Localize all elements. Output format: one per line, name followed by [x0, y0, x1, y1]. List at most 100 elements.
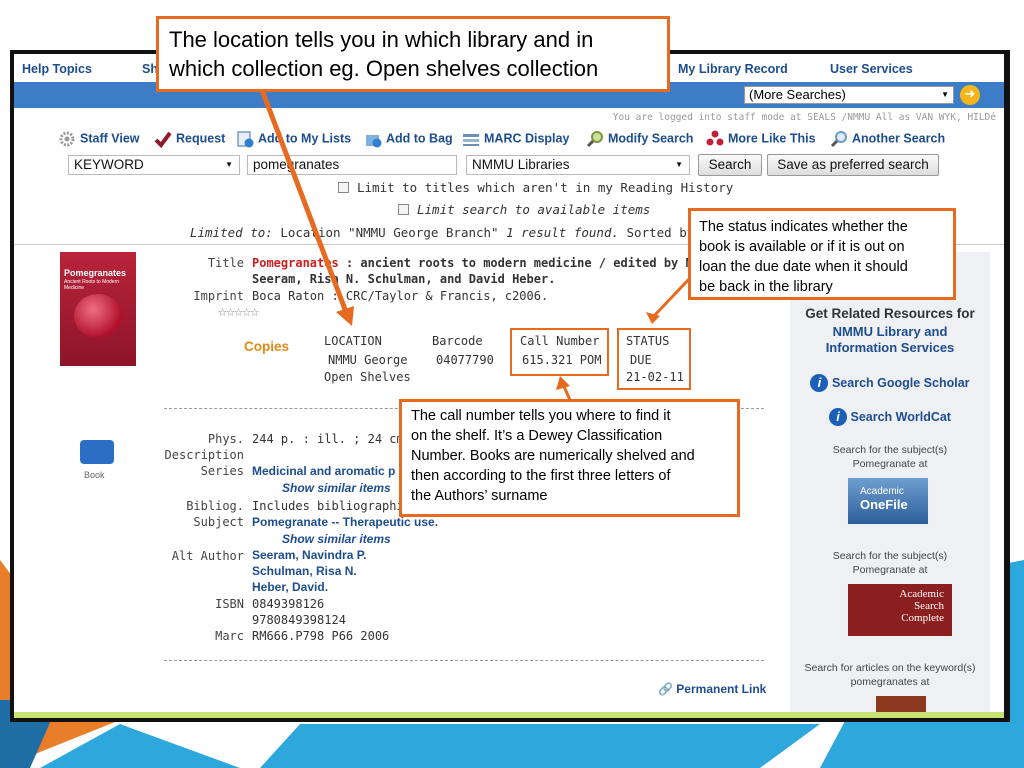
call-number-callout-line: then according to the first three letter… — [411, 468, 671, 484]
org-name-line-2: Information Services — [825, 340, 955, 355]
opac-page: Help Topics Sh My Library Record User Se… — [14, 54, 1004, 718]
format-caption: Book — [84, 470, 105, 480]
related-resources-sidebar: Get Related Resources for NMMU Library a… — [790, 252, 990, 718]
alt-author-link[interactable]: Schulman, Risa N. — [252, 564, 357, 578]
chevron-down-icon: ▼ — [225, 160, 233, 169]
modify-search-button[interactable]: Modify Search — [586, 130, 693, 148]
cover-title: Pomegranates — [64, 268, 127, 278]
permanent-link-label: Permanent Link — [676, 682, 767, 696]
limit-reading-history-option[interactable]: Limit to titles which aren't in my Readi… — [338, 180, 733, 195]
col-location: LOCATION — [324, 334, 382, 348]
staff-view-button[interactable]: Staff View — [58, 130, 140, 148]
pomegranate-image — [74, 294, 122, 338]
book-cover[interactable]: Pomegranates Ancient Roots to Modern Med… — [60, 252, 136, 366]
status-callout-line: book is available or if it is out on — [699, 239, 905, 255]
google-scholar-link[interactable]: i Search Google Scholar — [790, 374, 990, 392]
rating-stars[interactable]: ☆☆☆☆☆ — [218, 302, 259, 320]
subject-search-note: Pomegranate at — [852, 458, 928, 470]
another-search-label: Another Search — [852, 131, 946, 146]
org-name-line-1: NMMU Library and — [832, 324, 948, 339]
cover-subtitle: Ancient Roots to Modern Medicine — [64, 279, 120, 291]
limit-reading-checkbox[interactable] — [338, 182, 349, 193]
modify-search-label: Modify Search — [608, 131, 694, 146]
onefile-line-2: OneFile — [860, 497, 908, 512]
search-query-value: pomegranates — [253, 157, 340, 172]
request-label: Request — [176, 131, 226, 146]
marc-value: RM666.P798 P66 2006 — [252, 629, 390, 643]
result-count: 1 result found. — [506, 225, 619, 240]
alt-author-link[interactable]: Seeram, Navindra P. — [252, 548, 367, 562]
isbn-value: 9780849398124 — [252, 613, 346, 627]
subject-link[interactable]: Pomegranate -- Therapeutic use. — [252, 515, 438, 529]
show-similar-series-link[interactable]: Show similar items — [282, 481, 391, 495]
info-icon: i — [829, 408, 847, 426]
imprint-label: Imprint — [193, 289, 244, 303]
description-label: Description — [164, 448, 244, 462]
save-preferred-search-button[interactable]: Save as preferred search — [767, 154, 939, 176]
status-callout-line: be back in the library — [699, 279, 833, 295]
show-similar-subject-link[interactable]: Show similar items — [282, 532, 391, 546]
search-scope-select[interactable]: NMMU Libraries ▼ — [466, 155, 690, 175]
asc-line-2: Search — [914, 600, 944, 612]
marc-record-icon — [463, 134, 479, 146]
add-to-bag-label: Add to Bag — [386, 131, 453, 146]
add-to-my-lists-button[interactable]: Add to My Lists — [236, 130, 351, 148]
search-button[interactable]: Search — [698, 154, 762, 176]
status-callout-line: loan the due date when it should — [699, 259, 908, 275]
add-to-my-lists-label: Add to My Lists — [258, 131, 352, 146]
search-type-value: KEYWORD — [74, 157, 144, 172]
alt-author-link[interactable]: Heber, David. — [252, 580, 328, 594]
marc-label: Marc — [215, 629, 244, 643]
bag-icon — [366, 135, 382, 148]
nav-help-topics[interactable]: Help Topics — [22, 62, 92, 76]
series-label: Series — [200, 464, 244, 478]
gear-icon — [59, 131, 75, 147]
copies-label: Copies — [244, 339, 290, 354]
call-number-highlight — [510, 328, 609, 376]
imprint-value: Boca Raton : CRC/Taylor & Francis, c2006… — [252, 289, 549, 303]
call-number-callout-line: the Authors’ surname — [411, 488, 548, 504]
limited-location: Location "NMMU George Branch" — [280, 225, 499, 240]
bibliog-label: Bibliog. — [186, 499, 244, 513]
list-add-icon — [237, 131, 254, 148]
marc-display-button[interactable]: MARC Display — [462, 130, 569, 148]
academic-search-complete-logo[interactable]: Academic Search Complete — [848, 584, 952, 636]
more-searches-value: (More Searches) — [749, 87, 846, 102]
add-to-bag-button[interactable]: Add to Bag — [364, 130, 453, 148]
isbn-value: 0849398126 — [252, 597, 325, 611]
title-line-2: Seeram, Risa N. Schulman, and David Hebe… — [252, 272, 556, 286]
keyword-search-note: Search for articles on the keyword(s) — [804, 662, 976, 674]
location-callout-line: The location tells you in which library … — [169, 27, 594, 52]
subject-search-note: Pomegranate at — [852, 564, 928, 576]
series-link[interactable]: Medicinal and aromatic p — [252, 464, 395, 478]
limit-available-option[interactable]: Limit search to available items — [398, 202, 650, 217]
status-callout-line: The status indicates whether the — [699, 219, 908, 235]
worldcat-link[interactable]: i Search WorldCat — [790, 408, 990, 426]
molecule-icon — [706, 130, 724, 146]
limited-prefix: Limited to: — [190, 225, 273, 240]
more-like-this-button[interactable]: More Like This — [706, 130, 816, 148]
staff-view-label: Staff View — [80, 131, 140, 146]
another-search-button[interactable]: Another Search — [830, 130, 945, 148]
subject-label: Subject — [193, 515, 244, 529]
google-scholar-label: Search Google Scholar — [831, 376, 970, 390]
keyword-search-note: pomegranates at — [850, 676, 930, 688]
request-button[interactable]: Request — [154, 130, 225, 148]
call-number-callout: The call number tells you where to find … — [399, 399, 740, 517]
search-type-select[interactable]: KEYWORD ▼ — [68, 155, 240, 175]
academic-onefile-logo[interactable]: Academic OneFile — [848, 478, 928, 524]
link-icon: 🔗 — [658, 682, 673, 696]
location-callout-line: which collection eg. Open shelves collec… — [169, 56, 599, 81]
record-toolbar: Staff View Request Add to My Lists Add t… — [58, 130, 998, 152]
status-highlight — [617, 328, 691, 390]
search-icon — [830, 131, 847, 148]
nav-user-services[interactable]: User Services — [830, 62, 913, 76]
checkmark-icon — [154, 131, 172, 148]
go-arrow-icon[interactable]: ➜ — [960, 85, 980, 105]
related-heading: Get Related Resources for — [805, 306, 975, 321]
more-searches-select[interactable]: (More Searches) ▼ — [744, 86, 954, 104]
nav-my-library-record[interactable]: My Library Record — [678, 62, 788, 76]
search-input[interactable]: pomegranates — [247, 155, 457, 175]
limit-available-checkbox[interactable] — [398, 204, 409, 215]
permanent-link[interactable]: 🔗 Permanent Link — [658, 682, 766, 696]
